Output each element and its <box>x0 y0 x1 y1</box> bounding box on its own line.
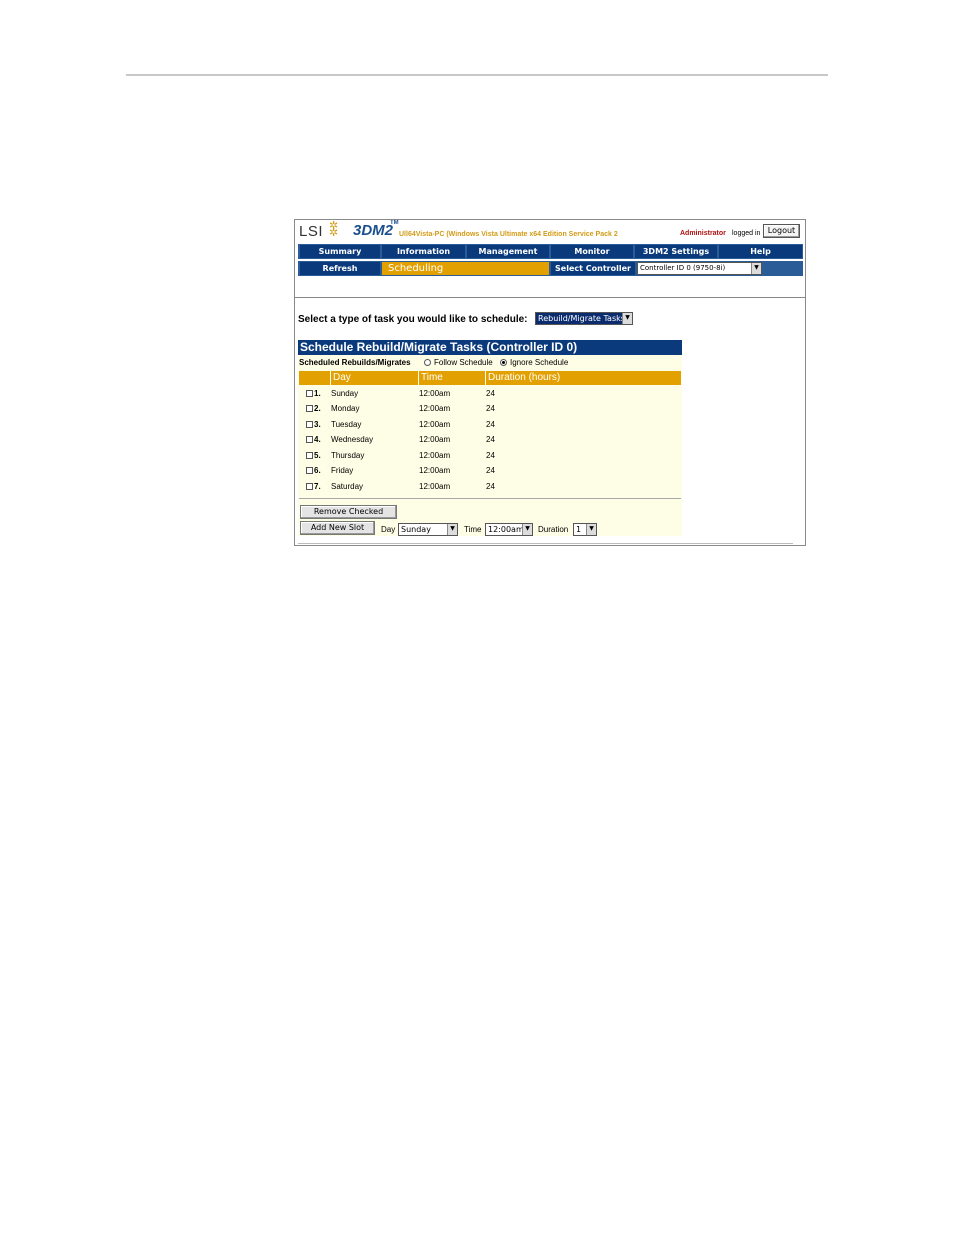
row-day: Saturday <box>331 482 364 491</box>
time-select-value: 12:00am <box>488 525 524 534</box>
day-select-value: Sunday <box>401 525 431 534</box>
row-checkbox[interactable] <box>306 421 313 428</box>
chevron-down-icon[interactable]: ▼ <box>447 524 457 535</box>
lsi-logo: LSI <box>299 223 324 240</box>
table-row: 4. Wednesday 12:00am 24 <box>299 433 681 448</box>
row-checkbox[interactable] <box>306 436 313 443</box>
sub-nav: Refresh Scheduling Select Controller Con… <box>298 261 803 276</box>
follow-schedule-radio[interactable] <box>424 359 431 366</box>
table-row: 3. Tuesday 12:00am 24 <box>299 418 681 433</box>
follow-schedule-label: Follow Schedule <box>434 358 493 367</box>
table-row: 1. Sunday 12:00am 24 <box>299 387 681 402</box>
table-row: 7. Saturday 12:00am 24 <box>299 480 681 495</box>
row-number: 1. <box>314 389 321 398</box>
row-number: 5. <box>314 451 321 460</box>
main-nav: Summary Information Management Monitor 3… <box>298 244 803 259</box>
product-name: 3DM2 <box>353 222 394 239</box>
schedule-title: Schedule Rebuild/Migrate Tasks (Controll… <box>298 340 682 355</box>
schedule-panel: Schedule Rebuild/Migrate Tasks (Controll… <box>298 340 682 536</box>
task-type-value: Rebuild/Migrate Tasks <box>538 314 625 323</box>
schedule-mode-label: Scheduled Rebuilds/Migrates <box>299 358 411 367</box>
row-checkbox[interactable] <box>306 467 313 474</box>
task-type-select[interactable]: Rebuild/Migrate Tasks ▼ <box>535 312 633 325</box>
table-divider <box>299 498 681 499</box>
header-divider <box>295 297 805 298</box>
task-type-prompt: Select a type of task you would like to … <box>298 314 528 325</box>
row-time: 12:00am <box>419 435 451 444</box>
row-day: Sunday <box>331 389 359 398</box>
chevron-down-icon[interactable]: ▼ <box>622 313 632 324</box>
row-day: Wednesday <box>331 435 374 444</box>
schedule-table-header: Day Time Duration (hours) <box>299 371 681 385</box>
column-duration: Duration (hours) <box>485 371 681 385</box>
column-time: Time <box>418 371 485 385</box>
nav-3dm2-settings[interactable]: 3DM2 Settings <box>635 245 717 258</box>
time-select[interactable]: 12:00am ▼ <box>485 523 533 536</box>
lsi-logo-burst-icon: ✲ ✲ <box>329 220 339 239</box>
time-field-label: Time <box>464 525 482 534</box>
row-time: 12:00am <box>419 389 451 398</box>
page-top-rule <box>126 74 828 76</box>
row-duration: 24 <box>486 451 495 460</box>
nav-management[interactable]: Management <box>467 245 549 258</box>
logged-in-text: logged in <box>732 230 761 237</box>
row-time: 12:00am <box>419 451 451 460</box>
row-number: 7. <box>314 482 321 491</box>
row-duration: 24 <box>486 435 495 444</box>
controller-select[interactable]: Controller ID 0 (9750-8i) ▼ <box>637 262 762 275</box>
user-name: Administrator <box>680 230 726 237</box>
row-number: 2. <box>314 404 321 413</box>
row-number: 3. <box>314 420 321 429</box>
row-day: Monday <box>331 404 360 413</box>
row-duration: 24 <box>486 466 495 475</box>
row-duration: 24 <box>486 482 495 491</box>
nav-help[interactable]: Help <box>719 245 802 258</box>
chevron-down-icon[interactable]: ▼ <box>522 524 532 535</box>
column-day: Day <box>330 371 418 385</box>
row-duration: 24 <box>486 420 495 429</box>
day-field-label: Day <box>381 525 396 534</box>
select-controller-label: Select Controller <box>551 262 635 275</box>
refresh-button[interactable]: Refresh <box>300 262 380 275</box>
nav-information[interactable]: Information <box>382 245 465 258</box>
logout-button[interactable]: Logout <box>763 224 800 238</box>
duration-select-value: 1 <box>576 525 582 534</box>
add-new-slot-button[interactable]: Add New Slot <box>300 521 375 535</box>
footer-divider <box>298 543 793 544</box>
tab-scheduling[interactable]: Scheduling <box>382 262 549 275</box>
duration-select[interactable]: 1 ▼ <box>573 523 597 536</box>
app-header: LSI ✲ ✲ 3DM2 TM Ull64Vista-PC (Windows Vi… <box>295 220 805 242</box>
host-info: Ull64Vista-PC (Windows Vista Ultimate x6… <box>399 231 618 238</box>
chevron-down-icon[interactable]: ▼ <box>586 524 596 535</box>
row-time: 12:00am <box>419 482 451 491</box>
remove-checked-button[interactable]: Remove Checked <box>300 505 397 519</box>
ignore-schedule-label: Ignore Schedule <box>510 358 569 367</box>
controller-select-value: Controller ID 0 (9750-8i) <box>640 264 726 272</box>
row-day: Friday <box>331 466 354 475</box>
row-number: 4. <box>314 435 321 444</box>
day-select[interactable]: Sunday ▼ <box>398 523 458 536</box>
row-checkbox[interactable] <box>306 390 313 397</box>
row-time: 12:00am <box>419 404 451 413</box>
duration-field-label: Duration <box>538 525 569 534</box>
nav-monitor[interactable]: Monitor <box>551 245 633 258</box>
table-row: 2. Monday 12:00am 24 <box>299 402 681 417</box>
row-day: Tuesday <box>331 420 362 429</box>
row-time: 12:00am <box>419 466 451 475</box>
table-row: 6. Friday 12:00am 24 <box>299 464 681 479</box>
app-window: LSI ✲ ✲ 3DM2 TM Ull64Vista-PC (Windows Vi… <box>294 219 806 546</box>
table-row: 5. Thursday 12:00am 24 <box>299 449 681 464</box>
row-time: 12:00am <box>419 420 451 429</box>
row-checkbox[interactable] <box>306 405 313 412</box>
row-checkbox[interactable] <box>306 483 313 490</box>
row-duration: 24 <box>486 389 495 398</box>
trademark-mark: TM <box>390 220 399 226</box>
row-checkbox[interactable] <box>306 452 313 459</box>
chevron-down-icon[interactable]: ▼ <box>751 263 761 274</box>
row-number: 6. <box>314 466 321 475</box>
nav-summary[interactable]: Summary <box>300 245 380 258</box>
ignore-schedule-radio[interactable] <box>500 359 507 366</box>
row-day: Thursday <box>331 451 365 460</box>
row-duration: 24 <box>486 404 495 413</box>
